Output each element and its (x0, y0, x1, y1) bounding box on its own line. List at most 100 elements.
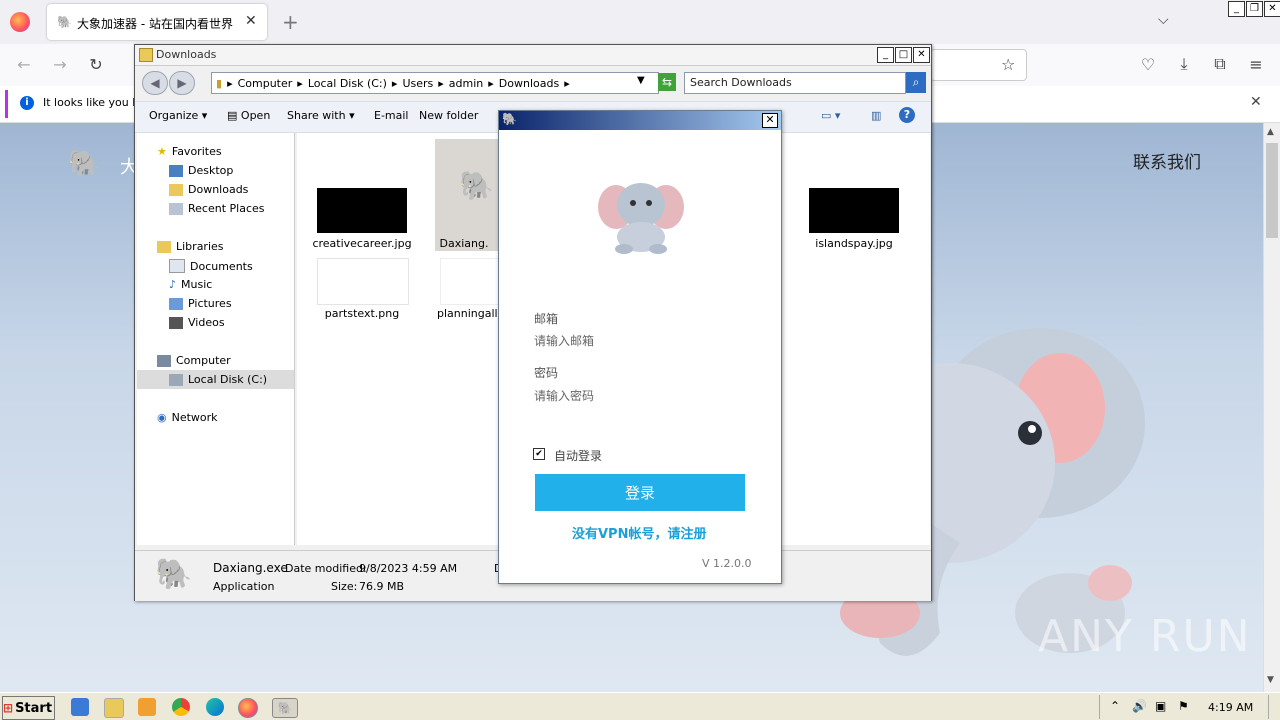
reload-icon[interactable]: ↻ (82, 50, 110, 78)
nav-favorites[interactable]: ★ Favorites (157, 145, 222, 158)
site-logo-icon[interactable]: 🐘 (68, 149, 100, 179)
organize-button[interactable]: Organize ▾ (149, 109, 207, 122)
close-info-icon[interactable]: ✕ (1250, 94, 1262, 110)
address-dropdown-icon[interactable]: ▼ (637, 75, 645, 86)
search-icon[interactable]: ⌕ (906, 72, 926, 93)
media-player-icon[interactable] (138, 698, 156, 716)
close-window-button[interactable]: ✕ (1264, 1, 1280, 17)
file-thumbnail[interactable] (317, 258, 409, 305)
refresh-icon[interactable]: ⇆ (658, 73, 676, 91)
firefox-logo-icon[interactable] (10, 12, 30, 32)
file-thumbnail[interactable] (809, 188, 899, 233)
back-icon[interactable]: ← (10, 50, 38, 78)
downloads-icon[interactable]: ⤓ (1170, 50, 1198, 78)
nav-music[interactable]: ♪ Music (169, 278, 212, 291)
browser-tab[interactable]: 🐘 大象加速器 - 站在国内看世界 ✕ (47, 4, 267, 40)
explorer-forward-icon[interactable]: ▶ (169, 71, 195, 95)
edge-icon[interactable] (206, 698, 224, 716)
login-button[interactable]: 登录 (535, 474, 745, 511)
nav-documents[interactable]: Documents (169, 259, 253, 273)
volume-icon[interactable]: 🔊 (1132, 699, 1147, 713)
start-button[interactable]: ⊞ Start (2, 696, 55, 720)
breadcrumb[interactable]: ▮ ▸ Computer ▸ Local Disk (C:) ▸ Users ▸ adm… (211, 72, 659, 94)
explorer-taskbar-icon[interactable] (104, 698, 124, 718)
forward-icon[interactable]: → (46, 50, 74, 78)
nav-videos[interactable]: Videos (169, 316, 225, 329)
new-tab-button[interactable]: + (282, 10, 299, 34)
network-tray-icon[interactable]: ▣ (1155, 699, 1166, 713)
scroll-up-icon[interactable]: ▲ (1267, 127, 1274, 137)
contact-link[interactable]: 联系我们 (1133, 148, 1201, 173)
explorer-titlebar[interactable]: Downloads _ □ ✕ (135, 45, 931, 66)
extensions-icon[interactable]: ⧉ (1206, 50, 1234, 78)
breadcrumb-admin[interactable]: admin (449, 77, 483, 90)
details-size-label: Size: (331, 580, 358, 593)
minimize-button[interactable]: _ (1228, 1, 1245, 17)
nav-recent-places[interactable]: Recent Places (169, 202, 265, 215)
videos-icon (169, 316, 183, 329)
menu-icon[interactable]: ≡ (1242, 50, 1270, 78)
nav-desktop[interactable]: Desktop (169, 164, 233, 177)
file-label[interactable]: islandspay.jpg (799, 237, 909, 250)
page-scrollbar[interactable]: ▲ ▼ (1263, 123, 1280, 692)
file-label[interactable]: creativecareer.jpg (307, 237, 417, 250)
ie-icon[interactable] (71, 698, 89, 716)
view-icon[interactable]: ▭ ▾ (821, 109, 840, 122)
file-thumbnail[interactable] (317, 188, 407, 233)
email-button[interactable]: E-mail (374, 109, 409, 122)
login-dialog: 🐘 ✕ 邮箱 请输入邮箱 密码 请输入密码 ✔ 自动登录 登录 没有VPN帐号，… (498, 110, 782, 584)
tab-title: 大象加速器 - 站在国内看世界 (77, 17, 233, 31)
explorer-maximize-button[interactable]: □ (895, 47, 912, 63)
explorer-close-button[interactable]: ✕ (913, 47, 930, 63)
pocket-icon[interactable]: ♡ (1134, 50, 1162, 78)
scroll-thumb[interactable] (1266, 143, 1278, 238)
flag-icon[interactable]: ⚑ (1178, 699, 1189, 713)
close-tab-icon[interactable]: ✕ (245, 13, 257, 29)
chrome-icon[interactable] (172, 698, 190, 716)
file-label[interactable]: partstext.png (307, 307, 417, 320)
auto-login-checkbox[interactable]: ✔ (533, 448, 545, 460)
daxiang-taskbar-icon[interactable]: 🐘 (272, 698, 298, 718)
file-thumbnail[interactable] (440, 258, 502, 305)
show-desktop-button[interactable] (1268, 695, 1279, 719)
tray-expand-icon[interactable]: ⌃ (1110, 699, 1120, 713)
nav-pictures[interactable]: Pictures (169, 297, 232, 310)
search-input[interactable]: Search Downloads (684, 72, 906, 94)
nav-downloads[interactable]: Downloads (169, 183, 248, 196)
clock[interactable]: 4:19 AM (1208, 701, 1253, 714)
bookmark-star-icon[interactable]: ☆ (1001, 55, 1015, 74)
file-label[interactable]: planningallc (437, 307, 497, 320)
url-bar[interactable]: ☆ (930, 49, 1027, 81)
password-field[interactable]: 请输入密码 (534, 387, 744, 407)
help-icon[interactable]: ? (899, 107, 915, 123)
restore-button[interactable]: ❐ (1246, 1, 1263, 17)
breadcrumb-downloads[interactable]: Downloads (499, 77, 559, 90)
nav-local-disk[interactable]: Local Disk (C:) (169, 373, 267, 386)
register-link[interactable]: 没有VPN帐号，请注册 (572, 523, 706, 542)
auto-login-label[interactable]: 自动登录 (554, 447, 602, 464)
new-folder-button[interactable]: New folder (419, 109, 478, 122)
list-tabs-icon[interactable]: ⌵ (1158, 12, 1169, 28)
preview-pane-icon[interactable]: ▥ (871, 109, 881, 122)
firefox-taskbar-icon[interactable] (238, 698, 258, 718)
nav-computer[interactable]: Computer (157, 354, 231, 367)
password-placeholder: 请输入密码 (534, 389, 595, 403)
login-close-button[interactable]: ✕ (762, 113, 778, 128)
explorer-minimize-button[interactable]: _ (877, 47, 894, 63)
recent-places-icon (169, 202, 183, 215)
breadcrumb-local-disk[interactable]: Local Disk (C:) (308, 77, 387, 90)
breadcrumb-computer[interactable]: Computer (238, 77, 293, 90)
email-field[interactable]: 请输入邮箱 (534, 332, 744, 352)
login-titlebar[interactable]: 🐘 ✕ (499, 111, 781, 130)
downloads-folder-icon (169, 183, 183, 196)
breadcrumb-users[interactable]: Users (402, 77, 433, 90)
scroll-down-icon[interactable]: ▼ (1267, 675, 1274, 685)
open-button[interactable]: ▤ Open (227, 109, 270, 122)
details-date-label: Date modified: (285, 562, 367, 575)
file-selected-item[interactable]: 🐘 (435, 139, 505, 251)
share-with-button[interactable]: Share with ▾ (287, 109, 355, 122)
file-label[interactable]: Daxiang. (431, 237, 497, 250)
nav-libraries[interactable]: Libraries (157, 240, 224, 253)
nav-network[interactable]: ◉ Network (157, 411, 218, 424)
explorer-back-icon[interactable]: ◀ (142, 71, 168, 95)
